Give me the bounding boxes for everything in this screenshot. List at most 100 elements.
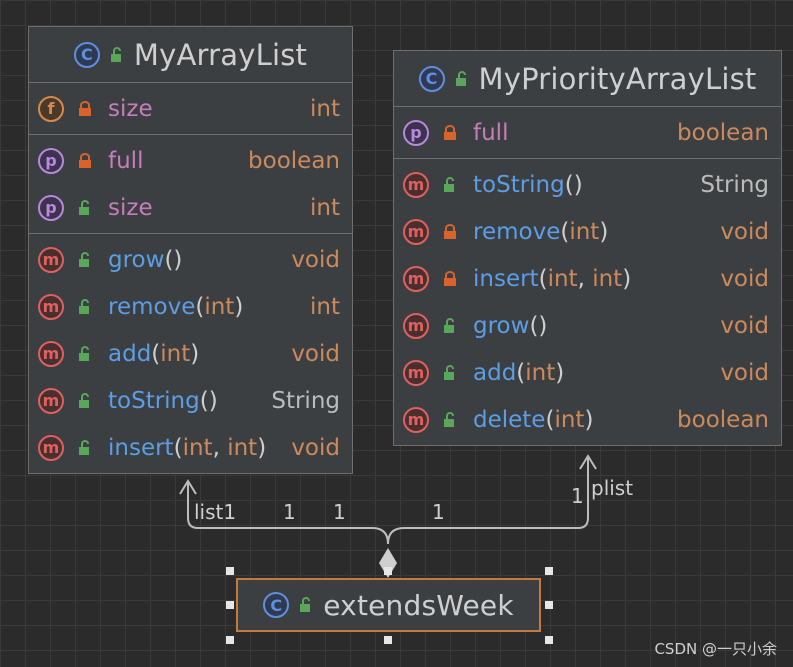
class-c-icon: C	[418, 65, 445, 92]
selection-handle[interactable]	[545, 567, 553, 575]
member-type: String	[700, 171, 769, 198]
member-signature: size	[108, 96, 310, 122]
field-row-full[interactable]: p full boolean	[394, 109, 781, 156]
method-row-grow[interactable]: m grow() void	[394, 302, 781, 349]
member-signature: insert(int, int)	[108, 435, 291, 461]
method-row-remove[interactable]: m remove(int) void	[394, 208, 781, 255]
method-m-icon: m	[403, 312, 429, 339]
method-row-remove[interactable]: m remove(int) int	[29, 283, 352, 330]
member-section: f size int	[29, 83, 352, 135]
lock-open-icon	[79, 251, 89, 267]
lock-open-icon	[110, 46, 121, 62]
selection-handle[interactable]	[545, 636, 553, 644]
method-m-icon: m	[403, 265, 429, 292]
method-row-tostring[interactable]: m toString() String	[394, 161, 781, 208]
property-p-icon: p	[38, 147, 64, 174]
method-m-icon: m	[38, 246, 64, 273]
paren-close: )	[190, 340, 200, 367]
member-type: void	[291, 434, 340, 461]
paren-open: (	[199, 387, 209, 414]
member-name: delete	[473, 406, 546, 433]
field-row-size[interactable]: p size int	[29, 184, 352, 231]
paren-open: (	[564, 171, 574, 198]
member-name: insert	[473, 265, 539, 292]
member-type: String	[271, 387, 340, 414]
multiplicity-label: 1	[333, 500, 346, 524]
connector-plist[interactable]	[387, 458, 589, 545]
method-row-insert[interactable]: m insert(int, int) void	[29, 424, 352, 471]
param-type: int	[525, 359, 556, 386]
method-row-insert[interactable]: m insert(int, int) void	[394, 255, 781, 302]
member-container: f size int p full boolean p size int m grow() void m…	[29, 83, 352, 473]
lock-open-icon	[79, 199, 89, 215]
member-signature: toString()	[108, 388, 271, 414]
member-type: boolean	[677, 406, 769, 433]
class-name: extendsWeek	[323, 588, 514, 622]
paren-open: (	[151, 340, 161, 367]
member-type: void	[720, 359, 769, 386]
member-signature: toString()	[473, 172, 700, 198]
member-name: toString	[473, 171, 565, 198]
multiplicity-label: 1	[283, 500, 296, 524]
member-name: grow	[108, 246, 165, 273]
method-m-icon: m	[403, 171, 429, 198]
method-m-icon: m	[403, 218, 429, 245]
class-header: C MyArrayList	[29, 27, 352, 83]
param-type: int	[554, 406, 585, 433]
selection-handle[interactable]	[545, 601, 553, 609]
member-section: p full boolean p size int	[29, 135, 352, 234]
member-name: insert	[108, 434, 174, 461]
paren-close: )	[538, 312, 548, 339]
lock-open-icon	[444, 317, 454, 333]
multiplicity-label: 1	[571, 484, 584, 508]
selection-handle[interactable]	[226, 567, 234, 575]
member-signature: grow()	[108, 247, 291, 273]
member-type: void	[720, 312, 769, 339]
paren-close: )	[622, 265, 632, 292]
class-my-array-list[interactable]: C MyArrayList f size int p full boolean p size i…	[28, 26, 353, 474]
member-type: void	[720, 218, 769, 245]
class-my-priority-array-list[interactable]: C MyPriorityArrayList p full boolean m toStr…	[393, 50, 782, 446]
method-row-add[interactable]: m add(int) void	[394, 349, 781, 396]
field-row-size[interactable]: f size int	[29, 85, 352, 132]
lock-open-icon	[444, 411, 454, 427]
member-name: add	[108, 340, 152, 367]
member-type: void	[720, 265, 769, 292]
paren-open: (	[516, 359, 526, 386]
lock-open-icon	[79, 345, 89, 361]
member-type: boolean	[677, 119, 769, 146]
class-extends-week[interactable]: C extendsWeek	[236, 578, 541, 632]
member-signature: grow()	[473, 313, 720, 339]
field-row-full[interactable]: p full boolean	[29, 137, 352, 184]
method-row-grow[interactable]: m grow() void	[29, 236, 352, 283]
member-type: int	[310, 293, 340, 320]
lock-open-icon	[79, 439, 89, 455]
paren-open: (	[195, 293, 205, 320]
method-m-icon: m	[38, 434, 64, 461]
member-name: remove	[473, 218, 561, 245]
member-type: boolean	[248, 147, 340, 174]
member-signature: delete(int)	[473, 407, 677, 433]
method-row-add[interactable]: m add(int) void	[29, 330, 352, 377]
member-signature: full	[473, 120, 677, 146]
selection-handle[interactable]	[226, 601, 234, 609]
selection-handle[interactable]	[226, 636, 234, 644]
lock-closed-icon	[79, 100, 91, 116]
lock-closed-icon	[444, 223, 456, 239]
selection-handle[interactable]	[384, 636, 392, 644]
member-container: p full boolean m toString() String m remove(int…	[394, 107, 781, 445]
method-row-delete[interactable]: m delete(int) boolean	[394, 396, 781, 443]
field-f-icon: f	[38, 95, 64, 122]
member-type: void	[291, 340, 340, 367]
member-name: size	[108, 95, 153, 122]
lock-closed-icon	[444, 270, 456, 286]
paren-open: (	[173, 434, 183, 461]
method-row-tostring[interactable]: m toString() String	[29, 377, 352, 424]
class-header: C extendsWeek	[238, 580, 539, 630]
member-signature: full	[108, 148, 248, 174]
member-type: void	[291, 246, 340, 273]
paren-close: )	[208, 387, 218, 414]
paren-close: )	[257, 434, 267, 461]
param-type: int	[182, 434, 213, 461]
selection-handle[interactable]	[384, 567, 392, 575]
